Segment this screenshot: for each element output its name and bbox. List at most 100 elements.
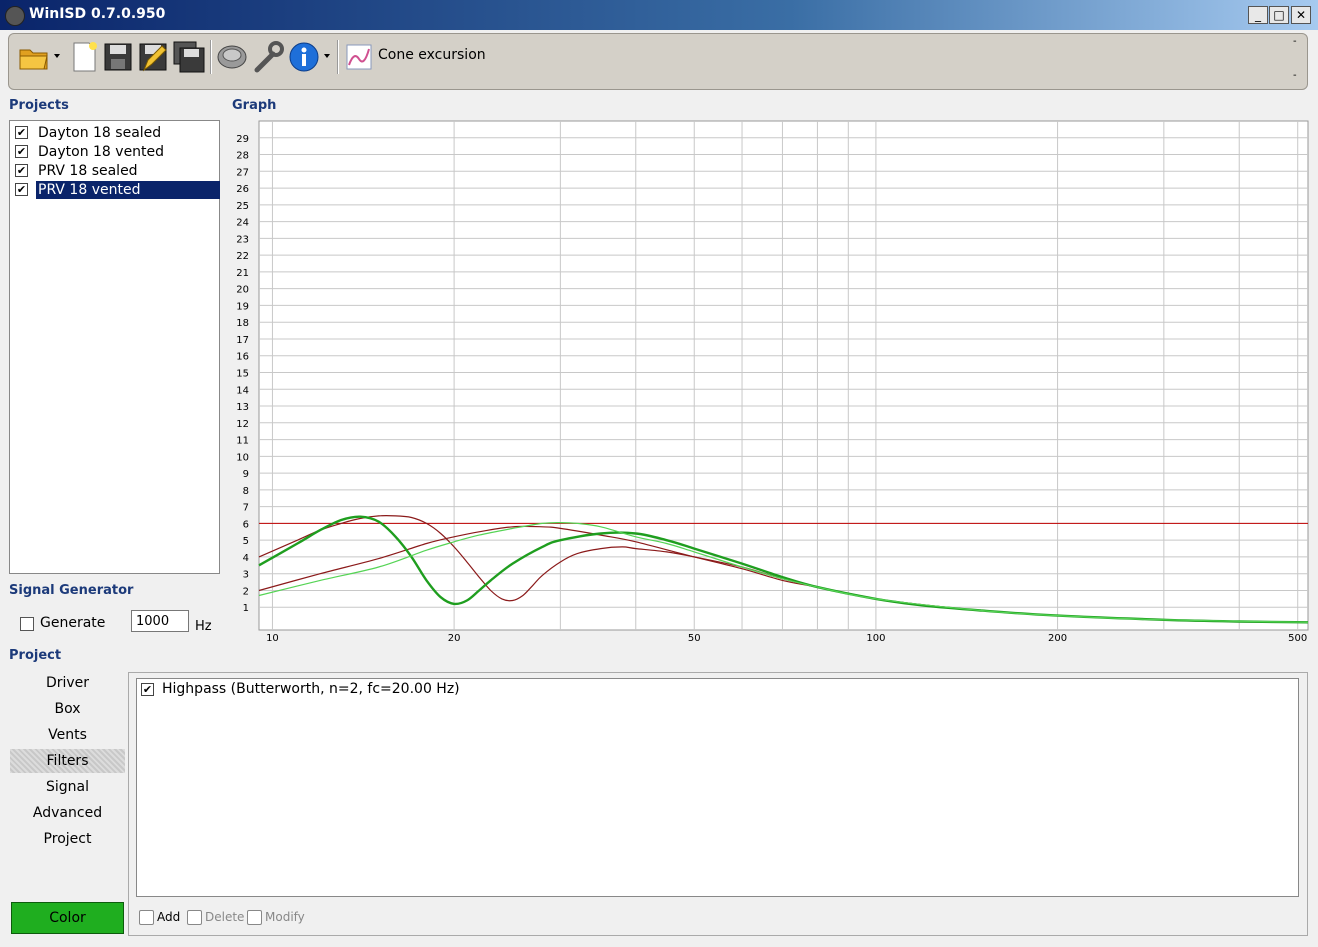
delete-filter-button[interactable]: Delete (187, 910, 244, 925)
speaker-driver-icon[interactable] (215, 40, 249, 74)
info-icon[interactable] (287, 40, 321, 74)
y-tick-label: 6 (243, 519, 249, 530)
y-tick-label: 5 (243, 536, 249, 547)
minimize-button[interactable]: _ (1248, 6, 1268, 24)
save-as-icon[interactable] (136, 40, 170, 74)
modify-icon (247, 910, 262, 925)
y-tick-label: 12 (236, 419, 249, 430)
x-tick-label: 500 (1288, 633, 1307, 644)
generate-label[interactable]: Generate (40, 615, 105, 631)
y-tick-label: 27 (236, 167, 249, 178)
color-button[interactable]: Color (11, 902, 124, 934)
y-tick-label: 14 (236, 385, 249, 396)
project-checkbox[interactable]: ✔ (15, 126, 28, 139)
project-item-selected[interactable]: ✔ PRV 18 vented (13, 181, 220, 199)
project-checkbox[interactable]: ✔ (15, 164, 28, 177)
info-dropdown-icon[interactable] (323, 52, 331, 60)
filter-list: ✔ Highpass (Butterworth, n=2, fc=20.00 H… (136, 678, 1299, 897)
y-tick-label: 9 (243, 469, 249, 480)
add-icon (139, 910, 154, 925)
open-dropdown-icon[interactable] (53, 52, 61, 60)
y-tick-label: 1 (243, 603, 249, 614)
project-list: ✔ Dayton 18 sealed ✔ Dayton 18 vented ✔ … (9, 120, 220, 574)
y-tick-label: 26 (236, 184, 249, 195)
y-tick-label: 10 (236, 452, 249, 463)
projects-label: Projects (9, 98, 69, 113)
nav-box[interactable]: Box (10, 697, 125, 721)
y-tick-label: 21 (236, 268, 249, 279)
y-tick-label: 25 (236, 201, 249, 212)
add-label: Add (157, 910, 181, 924)
new-file-icon[interactable] (67, 40, 101, 74)
add-filter-button[interactable]: Add (139, 910, 180, 925)
x-tick-label: 10 (266, 633, 279, 644)
project-item[interactable]: ✔ PRV 18 sealed (13, 162, 219, 180)
project-item[interactable]: ✔ Dayton 18 vented (13, 143, 219, 161)
y-tick-label: 18 (236, 318, 249, 329)
y-tick-label: 2 (243, 586, 249, 597)
y-tick-label: 7 (243, 503, 249, 514)
modify-label: Modify (265, 910, 305, 924)
project-section-label: Project (9, 648, 62, 663)
nav-advanced[interactable]: Advanced (10, 801, 125, 825)
open-folder-icon[interactable] (17, 40, 51, 74)
y-tick-label: 15 (236, 369, 249, 380)
filter-item-label[interactable]: Highpass (Butterworth, n=2, fc=20.00 Hz) (162, 681, 460, 697)
y-tick-label: 29 (236, 134, 249, 145)
maximize-button[interactable]: □ (1269, 6, 1289, 24)
y-tick-label: 24 (236, 218, 249, 229)
project-checkbox[interactable]: ✔ (15, 145, 28, 158)
y-tick-label: 28 (236, 151, 249, 162)
cone-excursion-chart[interactable]: 1234567891011121314151617181920212223242… (225, 118, 1315, 648)
y-tick-label: 22 (236, 251, 249, 262)
project-checkbox[interactable]: ✔ (15, 183, 28, 196)
wrench-tools-icon[interactable] (251, 40, 285, 74)
x-tick-label: 50 (688, 633, 701, 644)
project-label[interactable]: PRV 18 vented (36, 181, 220, 199)
app-icon (5, 6, 25, 26)
project-label[interactable]: Dayton 18 sealed (36, 124, 163, 142)
y-tick-label: 19 (236, 301, 249, 312)
close-button[interactable]: ✕ (1291, 6, 1311, 24)
save-icon[interactable] (101, 40, 135, 74)
window-title: WinISD 0.7.0.950 (29, 6, 166, 22)
delete-icon (187, 910, 202, 925)
x-tick-label: 20 (448, 633, 461, 644)
graph-label: Graph (232, 98, 277, 113)
cone-excursion-graph-icon[interactable] (345, 43, 373, 71)
toolbar-separator (337, 40, 339, 74)
x-tick-label: 200 (1048, 633, 1067, 644)
signal-generator-label: Signal Generator (9, 583, 134, 598)
title-bar (0, 0, 1318, 30)
y-tick-label: 23 (236, 234, 249, 245)
frequency-input[interactable] (131, 610, 189, 632)
nav-vents[interactable]: Vents (10, 723, 125, 747)
y-tick-label: 20 (236, 285, 249, 296)
toolbar-dash: - (1293, 70, 1297, 81)
y-tick-label: 16 (236, 352, 249, 363)
y-tick-label: 13 (236, 402, 249, 413)
delete-label: Delete (205, 910, 245, 924)
toolbar-dash: - (1293, 36, 1297, 47)
project-label[interactable]: PRV 18 sealed (36, 162, 140, 180)
y-tick-label: 4 (243, 553, 249, 564)
filter-checkbox[interactable]: ✔ (141, 683, 154, 696)
y-tick-label: 8 (243, 486, 249, 497)
nav-driver[interactable]: Driver (10, 671, 125, 695)
y-tick-label: 17 (236, 335, 249, 346)
y-tick-label: 3 (243, 570, 249, 581)
toolbar: Cone excursion - - (8, 33, 1308, 90)
modify-filter-button[interactable]: Modify (247, 910, 305, 925)
save-all-icon[interactable] (172, 40, 206, 74)
nav-signal[interactable]: Signal (10, 775, 125, 799)
hz-unit-label: Hz (195, 619, 212, 634)
nav-project[interactable]: Project (10, 827, 125, 851)
toolbar-separator (210, 40, 212, 74)
graph-type-selector[interactable]: Cone excursion (378, 47, 486, 63)
generate-checkbox[interactable] (20, 617, 34, 631)
y-tick-label: 11 (236, 436, 249, 447)
project-label[interactable]: Dayton 18 vented (36, 143, 166, 161)
project-item[interactable]: ✔ Dayton 18 sealed (13, 124, 219, 142)
nav-filters[interactable]: Filters (10, 749, 125, 773)
x-tick-label: 100 (866, 633, 885, 644)
